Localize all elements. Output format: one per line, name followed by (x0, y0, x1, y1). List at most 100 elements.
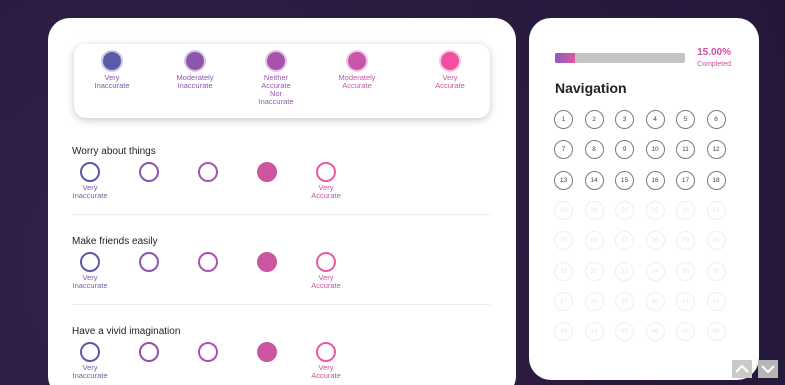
chevron-up-icon (735, 364, 749, 373)
answer-option-radio[interactable] (80, 342, 100, 362)
legend-label: Moderately Accurate (338, 73, 376, 90)
answer-option-radio[interactable] (139, 252, 159, 272)
nav-question-button[interactable]: 38 (584, 291, 604, 311)
nav-question-button[interactable]: 47 (676, 322, 695, 342)
nav-question-button[interactable]: 3 (615, 110, 634, 129)
nav-question-button[interactable]: 2 (584, 110, 604, 129)
nav-question-button[interactable]: 28 (645, 231, 665, 251)
nav-question-button[interactable]: 37 (554, 291, 573, 311)
nav-question-button[interactable]: 15 (615, 170, 634, 190)
navigation-title: Navigation (555, 80, 627, 96)
nav-question-button[interactable]: 29 (676, 231, 695, 251)
answer-option-radio[interactable] (198, 342, 218, 362)
nav-question-button[interactable]: 48 (706, 322, 726, 342)
legend-label: Moderately Inaccurate (176, 73, 214, 90)
low-anchor-label: Very Inaccurate (72, 273, 108, 290)
question-item: Make friends easily Very Inaccurate Very Acc… (72, 236, 490, 306)
nav-question-button[interactable]: 14 (584, 170, 604, 190)
nav-question-button[interactable]: 19 (554, 200, 573, 220)
answer-option-radio[interactable] (316, 162, 336, 182)
answer-option-radio[interactable] (316, 252, 336, 272)
answer-option-radio[interactable] (139, 162, 159, 182)
nav-question-button[interactable]: 36 (706, 261, 726, 281)
legend-dot (186, 52, 204, 70)
nav-question-button[interactable]: 18 (706, 170, 726, 190)
legend-label: Very Accurate (435, 73, 465, 90)
nav-question-button[interactable]: 25 (554, 231, 573, 251)
nav-question-button[interactable]: 5 (676, 110, 695, 129)
legend-item: Neither Accurate Nor Inaccurate (236, 52, 316, 106)
nav-question-button[interactable]: 8 (584, 140, 604, 160)
nav-question-button[interactable]: 21 (615, 200, 634, 220)
nav-question-button[interactable]: 20 (584, 200, 604, 220)
answer-option-radio[interactable] (198, 252, 218, 272)
nav-question-button[interactable]: 9 (615, 140, 634, 160)
question-divider (72, 304, 490, 305)
nav-question-button[interactable]: 7 (554, 140, 573, 160)
legend-label: Very Inaccurate (94, 73, 130, 90)
nav-question-button[interactable]: 6 (706, 110, 726, 129)
nav-question-button[interactable]: 27 (615, 231, 634, 251)
answer-option-radio[interactable] (80, 252, 100, 272)
high-anchor-label: Very Accurate (311, 363, 341, 380)
nav-question-button[interactable]: 43 (554, 322, 573, 342)
progress-percent: 15.00% (697, 47, 731, 58)
legend-dot (348, 52, 366, 70)
legend-dot (103, 52, 121, 70)
progress-fill (555, 53, 575, 63)
high-anchor-label: Very Accurate (311, 273, 341, 290)
question-item: Have a vivid imagination Very Inaccurate Ve… (72, 326, 490, 385)
nav-question-button[interactable]: 24 (706, 200, 726, 220)
legend-item: Moderately Inaccurate (155, 52, 235, 90)
nav-question-button[interactable]: 39 (615, 291, 634, 311)
answer-option-radio[interactable] (80, 162, 100, 182)
answer-option-radio[interactable] (198, 162, 218, 182)
nav-question-button[interactable]: 31 (554, 261, 573, 281)
survey-panel: Very Inaccurate Moderately Inaccurate Neithe… (48, 18, 516, 385)
scroll-down-button[interactable] (758, 360, 778, 378)
scroll-up-button[interactable] (732, 360, 752, 378)
legend-label: Neither Accurate Nor Inaccurate (258, 73, 294, 106)
nav-question-button[interactable]: 34 (645, 261, 665, 281)
legend-dot (441, 52, 459, 70)
nav-question-button[interactable]: 46 (645, 322, 665, 342)
nav-question-button[interactable]: 13 (554, 170, 573, 190)
nav-question-button[interactable]: 4 (645, 110, 665, 129)
nav-question-button[interactable]: 23 (676, 200, 695, 220)
answer-option-radio[interactable] (257, 162, 277, 182)
answer-option-radio[interactable] (257, 252, 277, 272)
legend-item: Very Inaccurate (72, 52, 152, 90)
legend-item: Moderately Accurate (317, 52, 397, 90)
nav-question-button[interactable]: 16 (645, 170, 665, 190)
progress-caption: Completed (697, 61, 731, 68)
low-anchor-label: Very Inaccurate (72, 183, 108, 200)
nav-question-button[interactable]: 1 (554, 110, 573, 129)
nav-question-button[interactable]: 35 (676, 261, 695, 281)
nav-question-button[interactable]: 32 (584, 261, 604, 281)
nav-question-button[interactable]: 45 (615, 322, 634, 342)
nav-question-button[interactable]: 42 (706, 291, 726, 311)
legend-item: Very Accurate (410, 52, 490, 90)
answer-option-radio[interactable] (257, 342, 277, 362)
question-text: Worry about things (72, 146, 156, 157)
nav-question-button[interactable]: 17 (676, 170, 695, 190)
nav-question-button[interactable]: 44 (584, 322, 604, 342)
nav-question-button[interactable]: 12 (706, 140, 726, 160)
nav-question-button[interactable]: 22 (645, 200, 665, 220)
nav-question-button[interactable]: 10 (645, 140, 665, 160)
nav-question-button[interactable]: 40 (645, 291, 665, 311)
nav-question-button[interactable]: 30 (706, 231, 726, 251)
progress-bar (555, 53, 685, 63)
nav-question-button[interactable]: 41 (676, 291, 695, 311)
nav-question-button[interactable]: 11 (676, 140, 695, 160)
navigation-panel: 15.00% Completed Navigation 1 2 3 4 5 6 7 8 9 10 1… (529, 18, 759, 380)
answer-option-radio[interactable] (316, 342, 336, 362)
low-anchor-label: Very Inaccurate (72, 363, 108, 380)
high-anchor-label: Very Accurate (311, 183, 341, 200)
answer-option-radio[interactable] (139, 342, 159, 362)
nav-question-button[interactable]: 26 (584, 231, 604, 251)
question-text: Make friends easily (72, 236, 158, 247)
nav-question-button[interactable]: 33 (615, 261, 634, 281)
question-item: Worry about things Very Inaccurate Very Accu… (72, 146, 490, 216)
question-text: Have a vivid imagination (72, 326, 181, 337)
